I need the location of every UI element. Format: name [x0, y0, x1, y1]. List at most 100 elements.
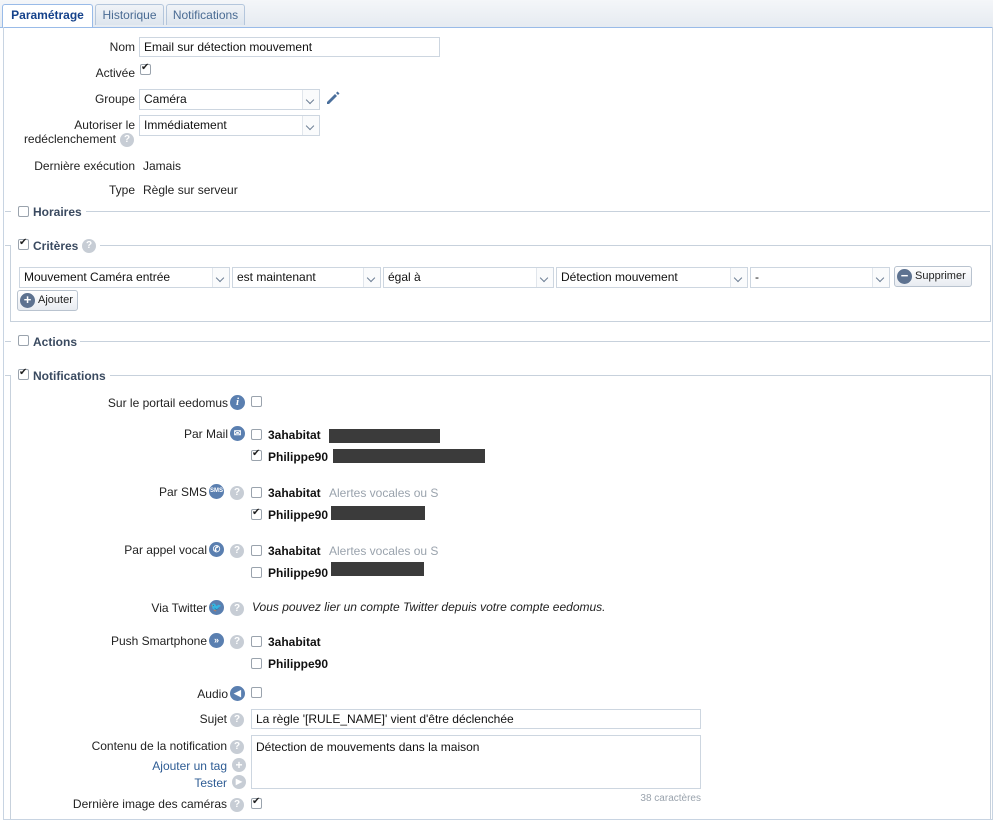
- sms-philippe90-checkbox[interactable]: [251, 507, 262, 520]
- mail-label: Par Mail: [183, 427, 228, 441]
- phone-icon: ✆: [209, 542, 224, 557]
- supprimer-label: Supprimer: [915, 270, 966, 282]
- groupe-value: Caméra: [144, 92, 187, 106]
- critere-operator-value: égal à: [388, 270, 421, 284]
- envelope-icon: ✉: [230, 426, 245, 441]
- audio-label: Audio: [197, 687, 228, 701]
- appel-hint: Alertes vocales ou S: [329, 544, 439, 558]
- speaker-icon: ◀: [230, 686, 245, 701]
- autoriser-select[interactable]: Immédiatement: [139, 115, 320, 136]
- sms-user-3ahabitat: 3ahabitat: [268, 486, 321, 500]
- chevron-down-icon: [212, 268, 229, 287]
- help-icon[interactable]: ?: [230, 713, 244, 727]
- derniere-label: Dernière exécution: [34, 159, 135, 173]
- push-philippe90-checkbox[interactable]: [251, 658, 262, 669]
- tab-notifications[interactable]: Notifications: [166, 4, 245, 25]
- help-icon[interactable]: ?: [230, 740, 244, 754]
- autoriser-label-1: Autoriser le: [74, 118, 135, 132]
- twitter-text: Vous pouvez lier un compte Twitter depui…: [252, 600, 606, 614]
- tab-parametrage[interactable]: Paramétrage: [2, 4, 93, 27]
- critere-field-select[interactable]: Mouvement Caméra entrée: [19, 267, 230, 288]
- sms-3ahabitat-checkbox[interactable]: [251, 487, 262, 498]
- push-user-3ahabitat: 3ahabitat: [268, 635, 321, 649]
- autoriser-value: Immédiatement: [144, 118, 227, 132]
- mail-user-3ahabitat: 3ahabitat: [268, 428, 321, 442]
- portail-checkbox[interactable]: [251, 396, 262, 407]
- type-value: Règle sur serveur: [143, 183, 238, 197]
- mail-user-philippe90: Philippe90: [268, 450, 329, 464]
- sms-user-philippe90: Philippe90: [268, 508, 329, 522]
- section-actions: Actions: [33, 335, 78, 349]
- tab-historique[interactable]: Historique: [95, 4, 164, 25]
- ajouter-button[interactable]: + Ajouter: [17, 290, 78, 311]
- appel-user-philippe90: Philippe90: [268, 566, 329, 580]
- chevron-down-icon: [536, 268, 553, 287]
- horaires-checkbox[interactable]: [18, 206, 29, 217]
- help-icon[interactable]: ?: [230, 798, 244, 812]
- help-icon[interactable]: ?: [120, 133, 134, 147]
- redacted-email: [333, 449, 485, 463]
- redacted-email: [329, 429, 440, 443]
- push-label: Push Smartphone: [110, 634, 207, 648]
- add-circle-icon[interactable]: +: [232, 758, 246, 772]
- char-count: 38 caractères: [640, 793, 701, 804]
- nom-input[interactable]: [139, 37, 440, 57]
- sms-label: Par SMS: [158, 485, 207, 499]
- help-icon[interactable]: ?: [230, 602, 244, 616]
- divider: [5, 341, 11, 342]
- activee-checkbox[interactable]: [140, 62, 151, 75]
- help-icon[interactable]: ?: [230, 635, 244, 649]
- groupe-label: Groupe: [94, 92, 135, 106]
- critere-value-select[interactable]: Détection mouvement: [556, 267, 748, 288]
- push-3ahabitat-checkbox[interactable]: [251, 636, 262, 647]
- ajouter-label: Ajouter: [38, 294, 73, 306]
- actions-checkbox[interactable]: [18, 335, 29, 346]
- help-icon[interactable]: ?: [230, 486, 244, 500]
- critere-extra-select[interactable]: -: [750, 267, 890, 288]
- twitter-label: Via Twitter: [151, 601, 207, 615]
- image-checkbox[interactable]: [251, 796, 262, 809]
- tab-bar: Paramétrage Historique Notifications: [0, 0, 993, 28]
- help-icon[interactable]: ?: [230, 544, 244, 558]
- divider: [5, 211, 11, 212]
- mail-3ahabitat-checkbox[interactable]: [251, 429, 262, 440]
- play-icon[interactable]: ▶: [232, 775, 246, 789]
- chevron-down-icon: [730, 268, 747, 287]
- critere-value-value: Détection mouvement: [561, 270, 678, 284]
- appel-user-3ahabitat: 3ahabitat: [268, 544, 321, 558]
- edit-pencil-icon[interactable]: [325, 90, 341, 106]
- mail-philippe90-checkbox[interactable]: [251, 448, 262, 461]
- sms-hint: Alertes vocales ou S: [329, 486, 439, 500]
- supprimer-button[interactable]: − Supprimer: [894, 266, 972, 287]
- critere-time-value: est maintenant: [237, 270, 316, 284]
- plus-circle-icon: +: [20, 293, 35, 308]
- push-icon: »: [209, 633, 224, 648]
- autoriser-label-2: redéclenchement: [23, 132, 116, 146]
- tester-link[interactable]: Tester: [20, 776, 227, 790]
- chevron-down-icon: [872, 268, 889, 287]
- chevron-down-icon: [302, 90, 319, 109]
- appel-philippe90-checkbox[interactable]: [251, 567, 262, 578]
- sms-icon: SMS: [209, 484, 224, 499]
- groupe-select[interactable]: Caméra: [139, 89, 320, 110]
- ajouter-tag-link[interactable]: Ajouter un tag: [20, 759, 227, 773]
- critere-operator-select[interactable]: égal à: [383, 267, 554, 288]
- appel-3ahabitat-checkbox[interactable]: [251, 545, 262, 556]
- redacted-phone: [331, 506, 425, 520]
- appel-label: Par appel vocal: [124, 543, 207, 557]
- chevron-down-icon: [302, 116, 319, 135]
- contenu-textarea[interactable]: Détection de mouvements dans la maison: [251, 735, 701, 789]
- activee-label: Activée: [95, 66, 135, 80]
- sujet-label: Sujet: [199, 712, 227, 726]
- contenu-label: Contenu de la notification: [91, 739, 227, 753]
- audio-checkbox[interactable]: [251, 687, 262, 698]
- twitter-icon: 🐦: [209, 600, 224, 615]
- section-horaires: Horaires: [33, 205, 82, 219]
- critere-time-select[interactable]: est maintenant: [232, 267, 381, 288]
- image-label: Dernière image des caméras: [72, 797, 227, 811]
- sujet-input[interactable]: [251, 709, 701, 729]
- chevron-down-icon: [363, 268, 380, 287]
- portail-label: Sur le portail eedomus: [107, 396, 228, 410]
- divider: [86, 211, 990, 212]
- redacted-phone: [331, 562, 424, 576]
